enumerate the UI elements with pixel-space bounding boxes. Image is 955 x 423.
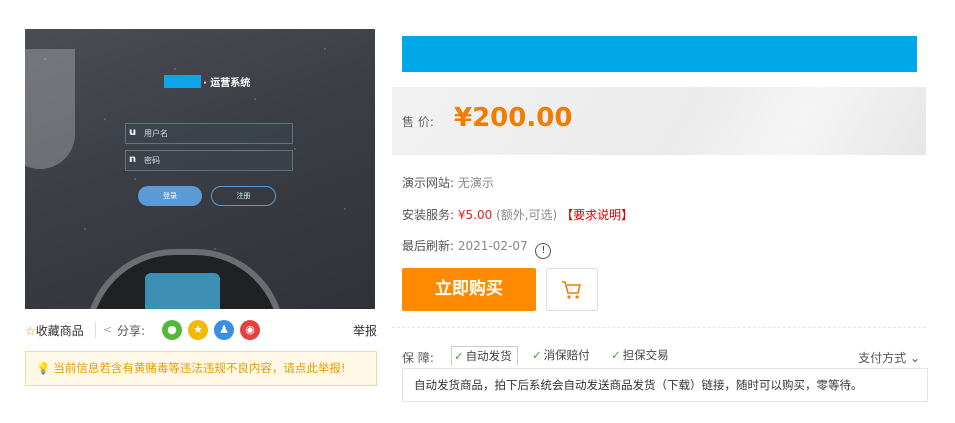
- report-link[interactable]: 举报: [353, 322, 377, 339]
- wechat-icon[interactable]: ●: [162, 320, 182, 340]
- demo-site-label: 演示网站:: [402, 176, 455, 190]
- preview-username-placeholder: 用户名: [144, 129, 168, 138]
- price-label: 售 价:: [402, 115, 434, 129]
- preview-register-button: 注册: [211, 186, 276, 206]
- preview-username-prefix: u: [129, 127, 137, 138]
- preview-password-field: n 密码: [125, 150, 293, 171]
- favorite-button[interactable]: ☆收藏商品: [25, 322, 84, 339]
- check-icon: ✓: [532, 348, 542, 362]
- last-refresh-row: 最后刷新: 2021-02-07 !: [402, 237, 552, 259]
- tab-consumer-protection[interactable]: ✓ 消保赔付: [530, 346, 595, 366]
- install-requirements-link[interactable]: 【要求说明】: [561, 208, 633, 222]
- install-service-note: (额外,可选): [496, 208, 558, 222]
- report-warning-banner[interactable]: 💡 当前信息若含有黄赌毒等违法违规不良内容，请点此举报!: [25, 351, 377, 386]
- product-preview-image[interactable]: · 运营系统 u 用户名 n 密码 登录 注册: [25, 29, 375, 309]
- install-service-price: ¥5.00: [457, 208, 493, 222]
- tab-auto-delivery[interactable]: ✓ 自动发货: [451, 346, 518, 366]
- price-value: ¥200.00: [454, 103, 573, 133]
- last-refresh-value: 2021-02-07: [457, 239, 528, 253]
- preview-login-button: 登录: [138, 186, 202, 206]
- tab-label: 自动发货: [465, 349, 512, 363]
- tab-label: 担保交易: [622, 348, 669, 362]
- check-icon: ✓: [611, 348, 621, 362]
- guarantee-row: 保 障: ✓ 自动发货 ✓ 消保赔付 ✓ 担保交易 支付方式 ⌄: [402, 346, 928, 366]
- redacted-title: [402, 36, 917, 72]
- divider: [95, 322, 96, 338]
- guarantee-label: 保 障:: [402, 351, 434, 365]
- lightbulb-icon: 💡: [36, 361, 51, 375]
- buy-now-button[interactable]: 立即购买: [402, 268, 536, 311]
- tab-escrow-trade[interactable]: ✓ 担保交易: [609, 346, 674, 366]
- qq-icon[interactable]: ♟: [214, 320, 234, 340]
- payment-method-dropdown[interactable]: 支付方式 ⌄: [858, 349, 920, 366]
- preview-password-prefix: n: [129, 154, 137, 165]
- preview-password-placeholder: 密码: [144, 156, 160, 165]
- demo-site-value: 无演示: [457, 176, 494, 190]
- warning-text: 当前信息若含有黄赌毒等违法违规不良内容，请点此举报!: [53, 361, 346, 375]
- preview-username-field: u 用户名: [125, 123, 293, 144]
- product-title: [402, 33, 924, 73]
- qzone-icon[interactable]: ★: [188, 320, 208, 340]
- share-label: 分享:: [117, 324, 146, 338]
- chevron-down-icon: ⌄: [906, 351, 920, 365]
- last-refresh-label: 最后刷新:: [402, 239, 455, 253]
- share-actions-row: ☆收藏商品 < 分享: ● ★ ♟ ◉ 举报: [25, 320, 377, 340]
- check-icon: ✓: [454, 349, 464, 363]
- redacted-logo: [164, 75, 201, 88]
- star-icon: ☆: [25, 324, 36, 338]
- guarantee-description: 自动发货商品，拍下后系统会自动发送商品发货（下载）链接，随时可以购买，零等待。: [402, 368, 928, 402]
- cart-icon: [562, 281, 582, 299]
- install-service-label: 安装服务:: [402, 208, 455, 222]
- demo-site-row: 演示网站: 无演示: [402, 174, 494, 191]
- section-divider: [392, 327, 926, 328]
- clock-icon[interactable]: !: [535, 243, 552, 259]
- tab-label: 消保赔付: [543, 348, 590, 362]
- pillow-shape: [145, 273, 220, 309]
- add-to-cart-button[interactable]: [546, 268, 598, 311]
- favorite-label: 收藏商品: [35, 324, 84, 338]
- payment-method-label: 支付方式: [858, 351, 907, 365]
- weibo-icon[interactable]: ◉: [240, 320, 260, 340]
- preview-system-title: · 运营系统: [203, 78, 251, 89]
- install-service-row: 安装服务: ¥5.00 (额外,可选) 【要求说明】: [402, 206, 633, 223]
- price-box: 售 价: ¥200.00: [392, 87, 926, 155]
- share-icon: <: [103, 323, 113, 336]
